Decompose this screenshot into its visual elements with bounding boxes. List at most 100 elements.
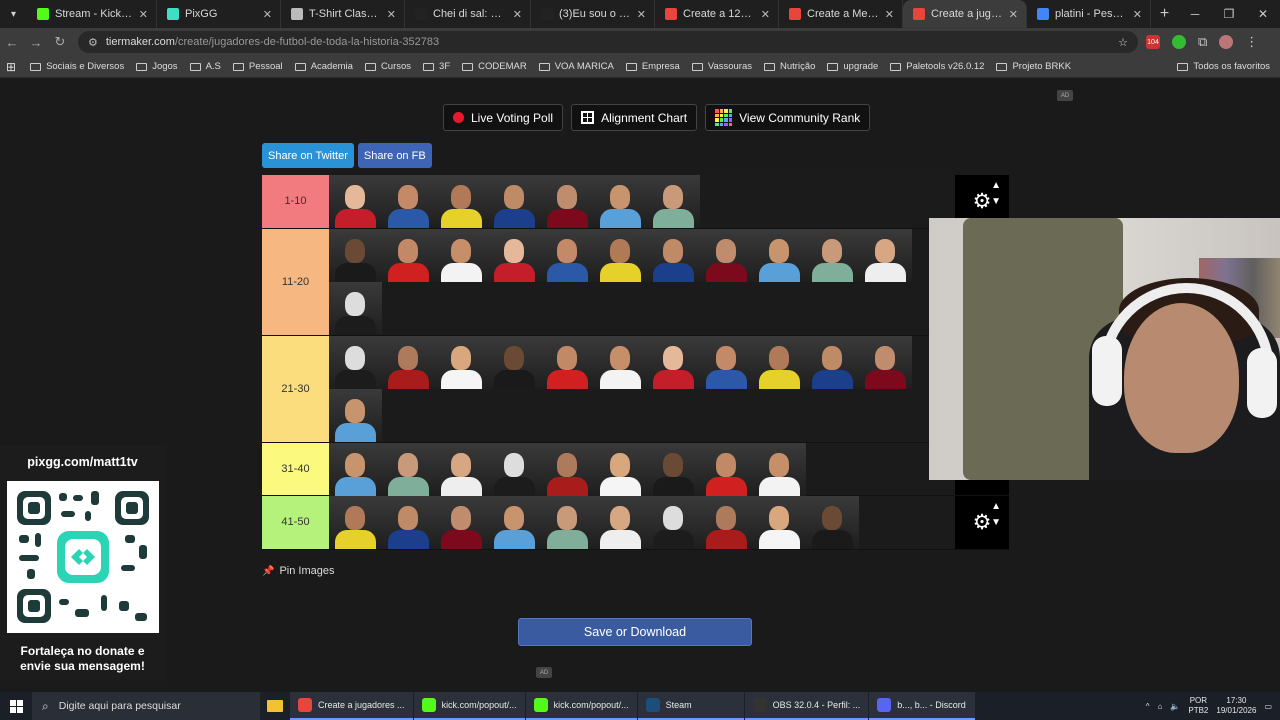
player-image[interactable] (329, 228, 382, 282)
extension-badge[interactable]: 104 (1146, 35, 1160, 49)
gear-icon[interactable]: ⚙ (973, 510, 992, 535)
browser-tab[interactable]: platini - Pesquisa Go ✕ (1027, 0, 1151, 28)
player-image[interactable] (541, 496, 594, 549)
reload-icon[interactable]: ↻ (48, 34, 72, 50)
browser-tab[interactable]: Create a Melhores lu ✕ (779, 0, 903, 28)
tab-close-icon[interactable]: ✕ (263, 8, 272, 21)
share-twitter-button[interactable]: Share on Twitter (262, 143, 354, 168)
extensions-puzzle-icon[interactable]: ⧉ (1198, 34, 1207, 50)
player-image[interactable] (700, 228, 753, 282)
player-image[interactable] (594, 442, 647, 496)
player-image[interactable] (435, 442, 488, 496)
player-image[interactable] (700, 496, 753, 549)
network-icon[interactable]: ⌂ (1158, 702, 1163, 711)
tab-close-icon[interactable]: ✕ (513, 8, 522, 21)
player-image[interactable] (647, 496, 700, 549)
player-image[interactable] (647, 175, 700, 228)
tab-close-icon[interactable]: ✕ (1009, 8, 1018, 21)
pin-images-toggle[interactable]: 📌 Pin Images (262, 565, 334, 577)
player-image[interactable] (329, 442, 382, 496)
start-button[interactable] (0, 699, 32, 713)
player-image[interactable] (594, 496, 647, 549)
player-image[interactable] (647, 228, 700, 282)
bookmark-folder[interactable]: Pessoal (232, 61, 283, 72)
bookmark-star-icon[interactable]: ☆ (1118, 36, 1128, 49)
taskbar-app[interactable]: Create a jugadores ... (290, 692, 413, 720)
player-image[interactable] (329, 175, 382, 228)
player-image[interactable] (329, 335, 382, 389)
tab-close-icon[interactable]: ✕ (387, 8, 396, 21)
move-up-icon[interactable]: ▲ (991, 181, 1001, 191)
taskbar-app[interactable]: kick.com/popout/... (525, 692, 637, 720)
player-image[interactable] (594, 228, 647, 282)
back-icon[interactable]: ← (0, 35, 24, 50)
browser-tab[interactable]: PixGG ✕ (157, 0, 281, 28)
bookmark-folder[interactable]: Sociais e Diversos (30, 61, 124, 72)
tab-search-icon[interactable]: ▾ (0, 0, 27, 28)
all-bookmarks[interactable]: Todos os favoritos (1177, 61, 1270, 72)
player-image[interactable] (541, 175, 594, 228)
restore-icon[interactable]: ❐ (1212, 7, 1246, 21)
taskbar-app[interactable]: kick.com/popout/... (413, 692, 525, 720)
player-image[interactable] (806, 496, 859, 549)
player-image[interactable] (541, 228, 594, 282)
move-down-icon[interactable]: ▼ (991, 197, 1001, 207)
player-image[interactable] (753, 335, 806, 389)
tab-close-icon[interactable]: ✕ (1133, 8, 1142, 21)
player-image[interactable] (488, 442, 541, 496)
forward-icon[interactable]: → (24, 35, 48, 50)
move-up-icon[interactable]: ▲ (991, 502, 1001, 512)
bookmark-folder[interactable]: Jogos (136, 61, 178, 72)
player-image[interactable] (647, 335, 700, 389)
browser-tab[interactable]: Stream - Kick Dashboard ✕ (27, 0, 157, 28)
alignment-chart-button[interactable]: Alignment Chart (571, 104, 698, 131)
taskbar-search[interactable]: ⌕ Digite aqui para pesquisar (32, 692, 260, 720)
bookmark-folder[interactable]: VOA MARICA (538, 61, 614, 72)
player-image[interactable] (488, 335, 541, 389)
bookmark-folder[interactable]: Cursos (364, 61, 411, 72)
player-image[interactable] (541, 442, 594, 496)
player-image[interactable] (806, 335, 859, 389)
bookmark-folder[interactable]: Projeto BRKK (996, 61, 1071, 72)
player-image[interactable] (329, 496, 382, 549)
save-or-download-button[interactable]: Save or Download (518, 618, 752, 646)
player-image[interactable] (435, 496, 488, 549)
player-image[interactable] (700, 335, 753, 389)
player-image[interactable] (753, 496, 806, 549)
tab-close-icon[interactable]: ✕ (637, 8, 646, 21)
url-input[interactable]: ⚙ tiermaker.com/create/jugadores-de-futb… (78, 31, 1138, 53)
browser-tab[interactable]: Create a jugadores de ✕ (903, 0, 1027, 28)
language-indicator[interactable]: POR PTB2 (1188, 696, 1208, 716)
apps-grid-icon[interactable]: ⊞ (6, 60, 16, 74)
bookmark-folder[interactable]: Vassouras (691, 61, 752, 72)
tier-label[interactable]: 1-10 (262, 175, 329, 228)
tier-label[interactable]: 31-40 (262, 442, 329, 495)
tier-label[interactable]: 41-50 (262, 496, 329, 549)
player-image[interactable] (488, 175, 541, 228)
notifications-icon[interactable]: ▭ (1264, 702, 1272, 711)
clock[interactable]: 17:30 19/01/2026 (1216, 696, 1256, 716)
player-image[interactable] (382, 496, 435, 549)
player-image[interactable] (382, 175, 435, 228)
browser-tab[interactable]: Create a 120 Top One ✕ (655, 0, 779, 28)
extension-icon[interactable] (1172, 35, 1186, 49)
tier-label[interactable]: 21-30 (262, 335, 329, 442)
bookmark-folder[interactable]: 3F (423, 61, 450, 72)
player-image[interactable] (329, 388, 382, 442)
player-image[interactable] (541, 335, 594, 389)
player-image[interactable] (647, 442, 700, 496)
bookmark-folder[interactable]: Empresa (625, 61, 680, 72)
tab-close-icon[interactable]: ✕ (139, 8, 148, 21)
new-tab-button[interactable]: + (1151, 5, 1178, 23)
browser-tab[interactable]: Chei di sal: Um Meme ✕ (405, 0, 531, 28)
view-community-rank-button[interactable]: View Community Rank (705, 104, 871, 131)
player-image[interactable] (594, 335, 647, 389)
site-info-icon[interactable]: ⚙ (88, 36, 98, 49)
player-image[interactable] (435, 335, 488, 389)
player-image[interactable] (435, 175, 488, 228)
bookmark-folder[interactable]: Academia (294, 61, 353, 72)
tray-expand-icon[interactable]: ^ (1146, 702, 1150, 711)
volume-icon[interactable]: 🔈 (1170, 702, 1180, 711)
move-down-icon[interactable]: ▼ (991, 518, 1001, 528)
player-image[interactable] (594, 175, 647, 228)
